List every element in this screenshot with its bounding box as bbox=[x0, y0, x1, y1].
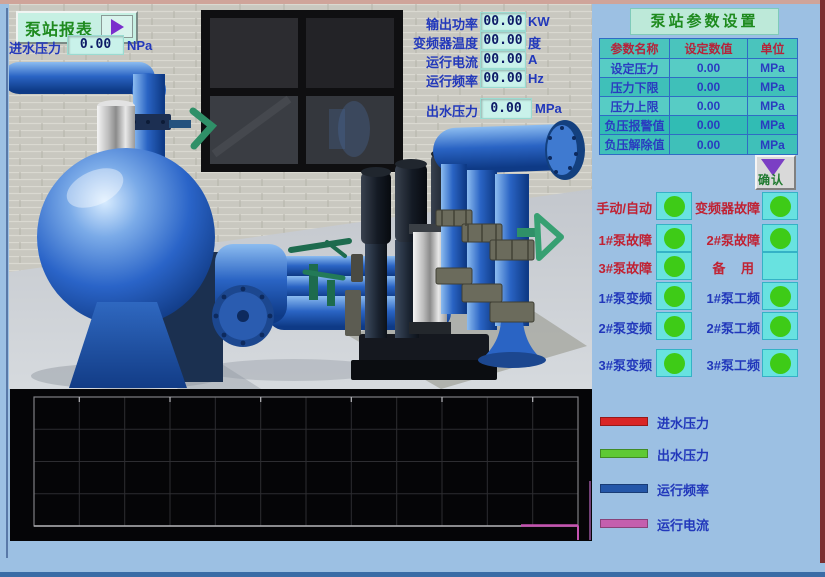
lamp-dot bbox=[770, 228, 791, 249]
col-header-name: 参数名称 bbox=[600, 39, 670, 59]
indicator-label-inverter-fault: 变频器故障 bbox=[692, 198, 760, 217]
indicator-label-pump3-fault: 3#泵故障 bbox=[584, 258, 652, 277]
indicator-label-pump2-mains: 2#泵工频 bbox=[692, 318, 760, 337]
lamp-pump2-mains bbox=[762, 312, 798, 340]
lamp-dot bbox=[770, 316, 791, 337]
legend-swatch-inlet bbox=[600, 417, 648, 426]
indicator-label-pump3-mains: 3#泵工频 bbox=[692, 355, 760, 374]
inverter-temp-label: 变频器温度 bbox=[370, 33, 478, 52]
legend-label-outlet: 出水压力 bbox=[657, 445, 709, 464]
lamp-pump2-fault bbox=[762, 224, 798, 252]
legend-label-frequency: 运行频率 bbox=[657, 480, 709, 499]
indicator-label-pump2-fault: 2#泵故障 bbox=[692, 230, 760, 249]
lamp-pump1-fault bbox=[656, 224, 692, 252]
param-name: 负压报警值 bbox=[600, 116, 670, 135]
pump-station-hmi-screen: 泵站报表 进水压力 0.00 NPa 输出功率 00.00 KW 变频器温度 0… bbox=[0, 0, 825, 577]
lamp-dot bbox=[770, 196, 791, 217]
output-power-value: 00.00 bbox=[480, 12, 526, 31]
param-value-input[interactable]: 0.00 bbox=[670, 97, 748, 116]
lamp-pump1-vfd bbox=[656, 282, 692, 310]
inverter-temp-unit: 度 bbox=[528, 33, 541, 52]
param-value-input[interactable]: 0.00 bbox=[670, 135, 748, 154]
indicator-label-pump2-vfd: 2#泵变频 bbox=[584, 318, 652, 337]
lamp-pump1-mains bbox=[762, 282, 798, 310]
output-power-label: 输出功率 bbox=[370, 14, 478, 33]
run-current-value: 00.00 bbox=[480, 50, 526, 69]
confirm-button[interactable]: 确认 bbox=[755, 155, 796, 190]
indicator-label-pump1-fault: 1#泵故障 bbox=[584, 230, 652, 249]
lamp-dot bbox=[770, 353, 791, 374]
indicator-label-manual-auto: 手动/自动 bbox=[584, 198, 652, 217]
param-unit: MPa bbox=[748, 116, 797, 135]
param-unit: MPa bbox=[748, 97, 797, 116]
pressure-tank bbox=[37, 148, 215, 326]
run-current-unit: A bbox=[528, 52, 537, 67]
inlet-pressure-unit: NPa bbox=[127, 38, 152, 53]
lamp-dot bbox=[664, 316, 685, 337]
lamp-spare bbox=[762, 252, 798, 280]
trend-chart bbox=[10, 389, 592, 541]
param-unit: MPa bbox=[748, 135, 797, 154]
frame-right-border bbox=[820, 0, 825, 563]
frame-left-border bbox=[6, 8, 8, 558]
legend-swatch-frequency bbox=[600, 484, 648, 493]
settings-panel-title: 泵站参数设置 bbox=[630, 8, 779, 35]
outlet-pressure-unit: MPa bbox=[535, 101, 562, 116]
trend-chart-grid bbox=[10, 389, 592, 541]
col-header-unit: 单位 bbox=[748, 39, 797, 59]
lamp-dot bbox=[664, 196, 685, 217]
param-name: 设定压力 bbox=[600, 59, 670, 78]
legend-label-inlet: 进水压力 bbox=[657, 413, 709, 432]
param-unit: MPa bbox=[748, 78, 797, 97]
legend-swatch-current bbox=[600, 519, 648, 528]
lamp-dot bbox=[664, 286, 685, 307]
indicator-label-pump3-vfd: 3#泵变频 bbox=[584, 355, 652, 374]
outlet-pressure-label: 出水压力 bbox=[360, 101, 478, 120]
legend-swatch-outlet bbox=[600, 449, 648, 458]
lamp-dot bbox=[664, 256, 685, 277]
lamp-pump3-vfd bbox=[656, 349, 692, 377]
inlet-pressure-value: 0.00 bbox=[67, 35, 124, 55]
run-frequency-value: 00.00 bbox=[480, 69, 526, 88]
lamp-dot bbox=[770, 286, 791, 307]
param-unit: MPa bbox=[748, 59, 797, 78]
play-arrow-icon bbox=[111, 19, 124, 35]
run-frequency-unit: Hz bbox=[528, 71, 544, 86]
param-name: 压力下限 bbox=[600, 78, 670, 97]
inlet-pressure-label: 进水压力 bbox=[9, 38, 61, 57]
indicator-label-pump1-vfd: 1#泵变频 bbox=[584, 288, 652, 307]
lamp-manual-auto bbox=[656, 192, 692, 220]
frame-bottom-border bbox=[0, 572, 825, 577]
lamp-dot bbox=[664, 228, 685, 249]
lamp-inverter-fault bbox=[762, 192, 798, 220]
legend-label-current: 运行电流 bbox=[657, 515, 709, 534]
col-header-value: 设定数值 bbox=[670, 39, 748, 59]
frame-top-border bbox=[0, 0, 825, 4]
lamp-pump3-mains bbox=[762, 349, 798, 377]
indicator-label-spare: 备 用 bbox=[692, 258, 760, 277]
param-value-input[interactable]: 0.00 bbox=[670, 116, 748, 135]
lamp-dot bbox=[664, 353, 685, 374]
lamp-pump3-fault bbox=[656, 252, 692, 280]
lamp-pump2-vfd bbox=[656, 312, 692, 340]
output-power-unit: KW bbox=[528, 14, 550, 29]
run-frequency-label: 运行频率 bbox=[370, 71, 478, 90]
param-name: 压力上限 bbox=[600, 97, 670, 116]
indicator-label-pump1-mains: 1#泵工频 bbox=[692, 288, 760, 307]
outlet-pressure-value: 0.00 bbox=[480, 98, 532, 119]
settings-table: 参数名称 设定数值 单位 设定压力 0.00 MPa 压力下限 0.00 MPa… bbox=[599, 38, 798, 155]
param-value-input[interactable]: 0.00 bbox=[670, 78, 748, 97]
run-current-label: 运行电流 bbox=[370, 52, 478, 71]
confirm-button-label: 确认 bbox=[758, 171, 784, 188]
current-trace bbox=[521, 481, 590, 540]
param-value-input[interactable]: 0.00 bbox=[670, 59, 748, 78]
param-name: 负压解除值 bbox=[600, 135, 670, 154]
inverter-temp-value: 00.00 bbox=[480, 31, 526, 50]
